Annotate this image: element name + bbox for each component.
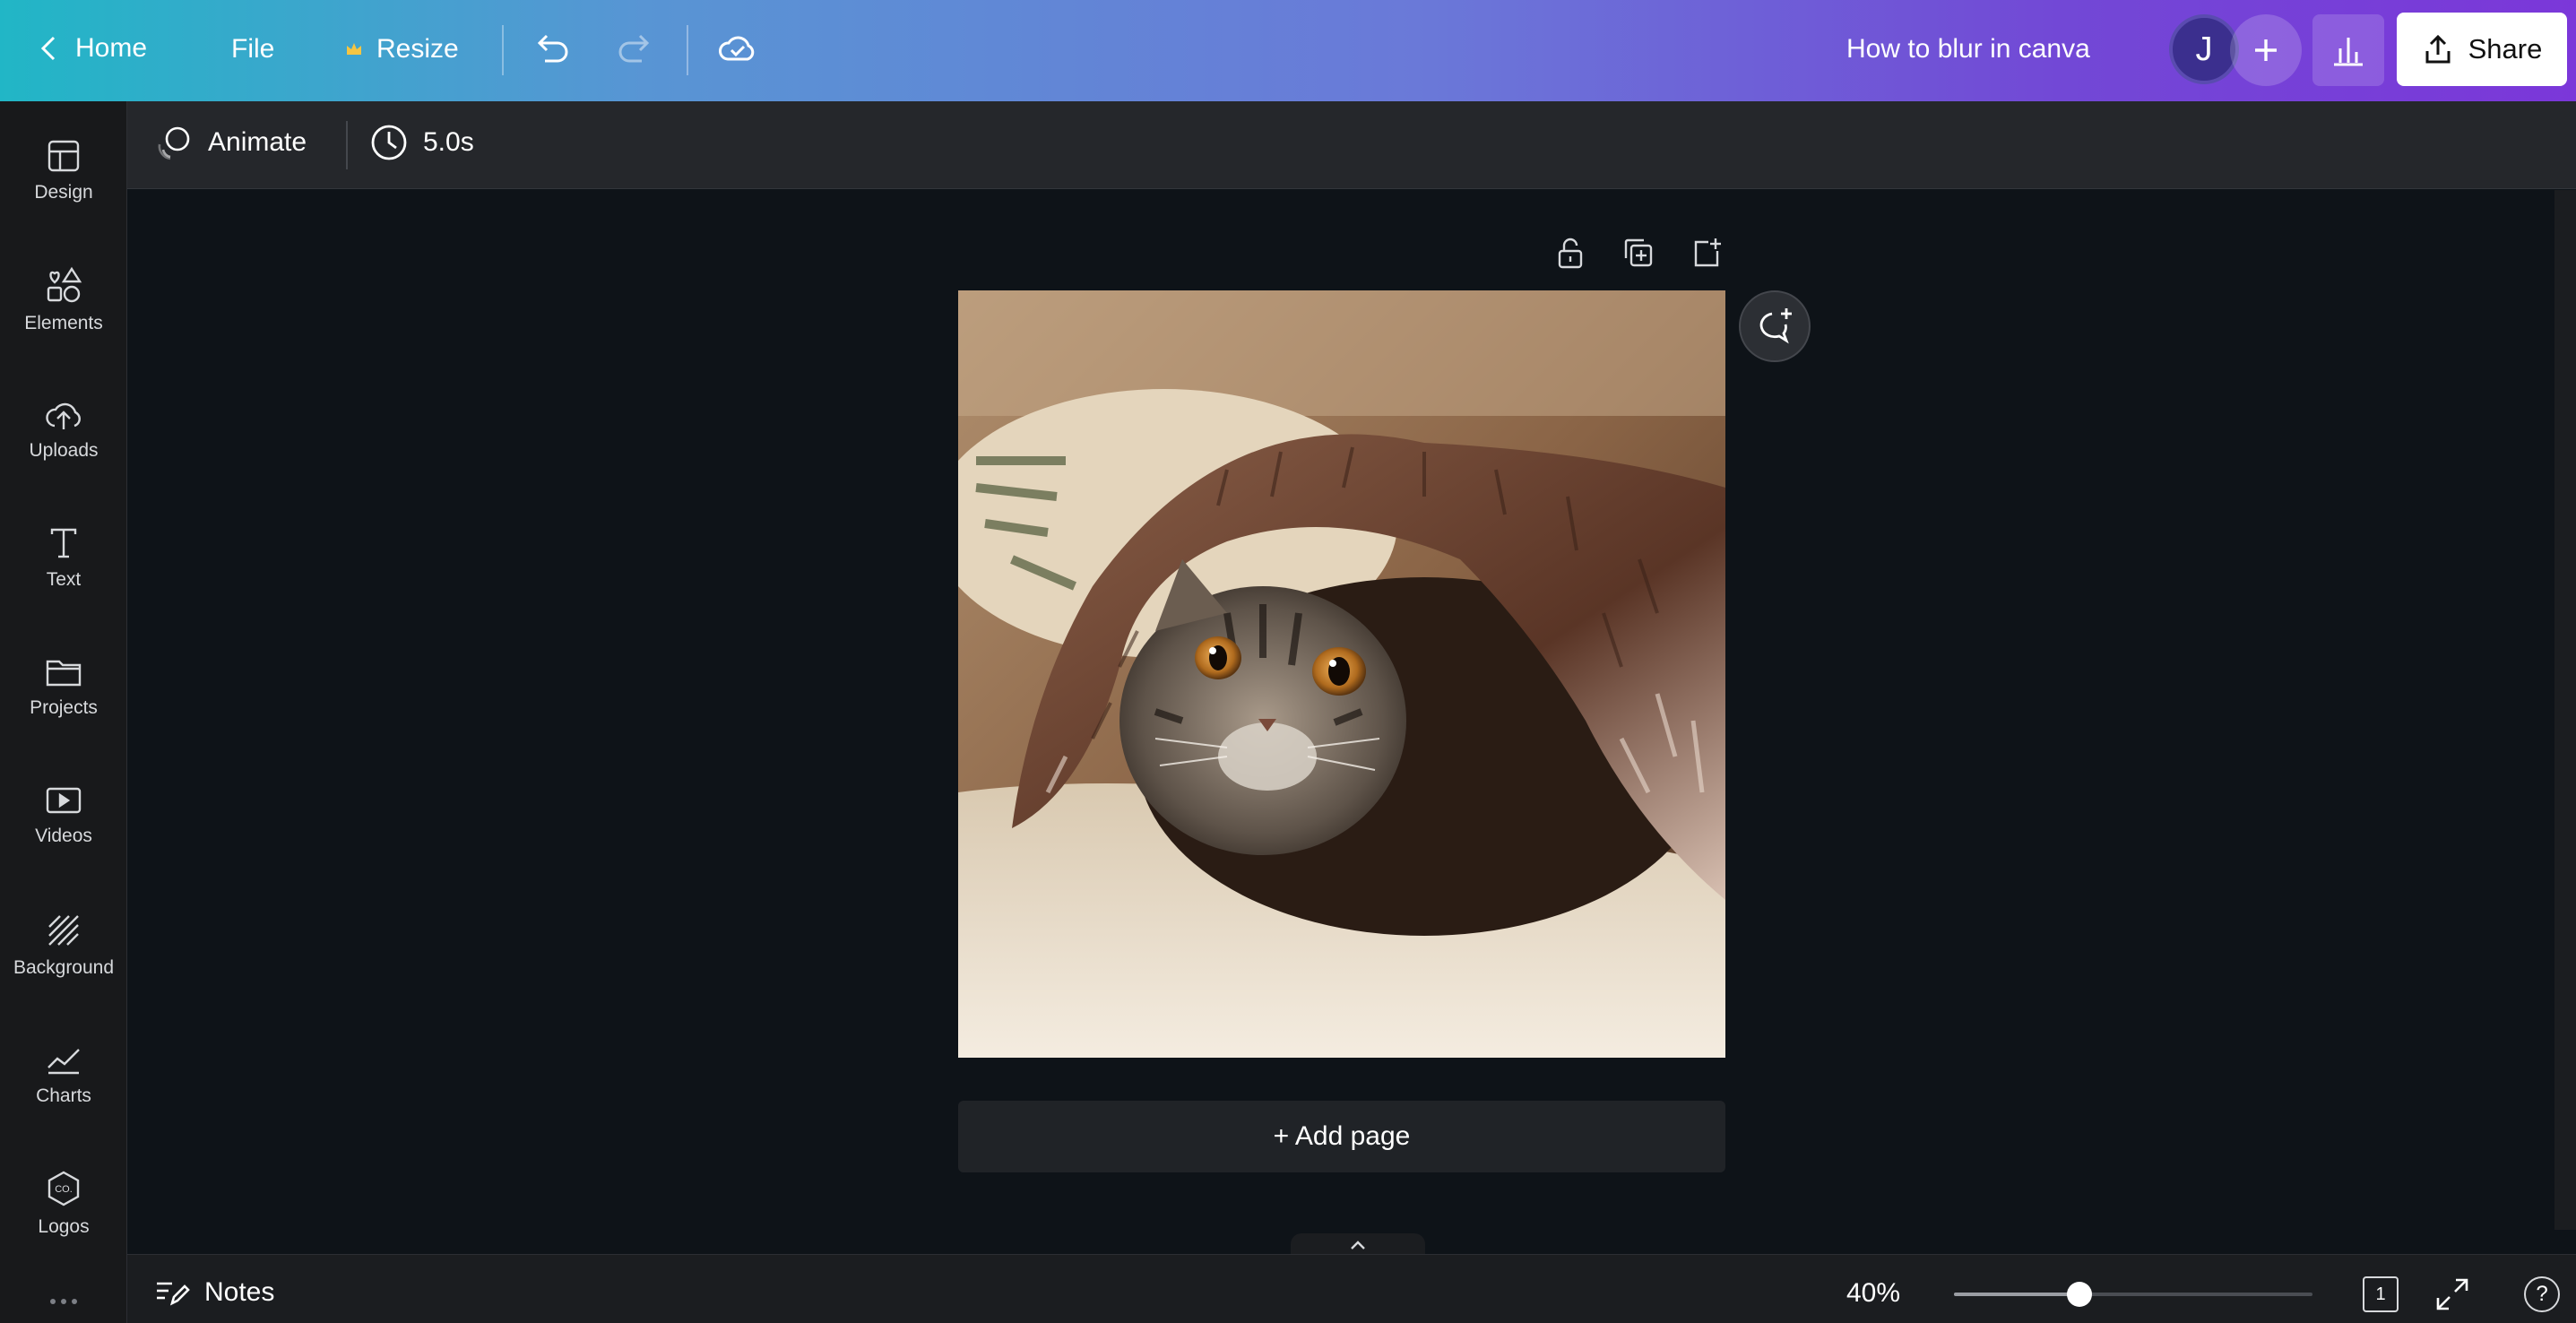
resize-label: Resize bbox=[376, 34, 459, 64]
duration-button[interactable]: 5.0s bbox=[369, 123, 474, 162]
toolbar-divider bbox=[502, 25, 504, 75]
bar-chart-icon bbox=[2334, 38, 2363, 66]
sidebar-item-label: Charts bbox=[36, 1085, 91, 1106]
logo-icon: CO. bbox=[48, 1171, 80, 1206]
layout-icon bbox=[48, 140, 80, 172]
sidebar-item-label: Design bbox=[34, 182, 93, 203]
zoom-slider[interactable] bbox=[1954, 1282, 2312, 1307]
zoom-slider-thumb[interactable] bbox=[2067, 1282, 2092, 1307]
duration-label: 5.0s bbox=[423, 127, 474, 157]
hatch-icon bbox=[48, 915, 79, 946]
svg-text:CO.: CO. bbox=[55, 1184, 73, 1195]
add-collaborator-button[interactable] bbox=[2230, 14, 2302, 86]
bottom-bar bbox=[127, 1254, 2576, 1323]
toolbar-divider bbox=[687, 25, 688, 75]
page-count-button[interactable]: 1 bbox=[2363, 1276, 2399, 1312]
fullscreen-button[interactable] bbox=[2434, 1276, 2470, 1317]
add-page-top-button[interactable] bbox=[1690, 237, 1723, 269]
chart-icon bbox=[48, 1049, 80, 1075]
sidebar-item-label: Text bbox=[46, 569, 82, 590]
sidebar-item-design[interactable]: Design bbox=[0, 117, 127, 225]
cloud-check-icon bbox=[719, 36, 755, 61]
vertical-scrollbar[interactable] bbox=[2554, 190, 2576, 1230]
file-label: File bbox=[231, 34, 275, 64]
context-toolbar: Animate 5.0s bbox=[127, 101, 2576, 189]
save-status-button[interactable] bbox=[717, 30, 758, 66]
notes-label: Notes bbox=[204, 1277, 275, 1307]
undo-button[interactable] bbox=[532, 30, 572, 66]
resize-button[interactable]: Resize bbox=[344, 34, 459, 65]
sidebar-item-label: Uploads bbox=[29, 440, 99, 461]
lock-page-button[interactable] bbox=[1554, 237, 1586, 269]
insights-button[interactable] bbox=[2312, 14, 2384, 86]
home-button[interactable]: Home bbox=[36, 30, 147, 66]
sidebar-item-label: Videos bbox=[35, 826, 92, 846]
user-avatar[interactable]: J bbox=[2169, 14, 2239, 84]
design-page-image[interactable] bbox=[958, 290, 1725, 1058]
expand-icon bbox=[2436, 1278, 2468, 1310]
share-upload-icon bbox=[2425, 34, 2451, 64]
duplicate-page-button[interactable] bbox=[1622, 237, 1655, 269]
crown-icon bbox=[347, 43, 361, 55]
more-apps-icon[interactable] bbox=[50, 1299, 77, 1304]
sidebar-item-elements[interactable]: Elements bbox=[0, 246, 127, 354]
animate-button[interactable]: Animate bbox=[154, 123, 307, 162]
sidebar-item-uploads[interactable]: Uploads bbox=[0, 376, 127, 483]
undo-icon bbox=[537, 34, 568, 63]
redo-icon bbox=[618, 34, 650, 63]
folder-icon bbox=[46, 660, 82, 687]
notes-pencil-icon bbox=[157, 1282, 190, 1306]
plus-icon bbox=[2255, 39, 2277, 61]
animate-label: Animate bbox=[208, 127, 307, 157]
zoom-slider-fill bbox=[1954, 1293, 2079, 1296]
notes-button[interactable]: Notes bbox=[154, 1276, 274, 1309]
side-panel-rail: Design Elements Uploads Text Projects Vi… bbox=[0, 101, 127, 1323]
clock-icon bbox=[371, 125, 407, 160]
cloud-upload-icon bbox=[46, 402, 81, 429]
text-icon bbox=[50, 528, 77, 558]
duplicate-icon bbox=[1624, 238, 1653, 267]
sidebar-item-charts[interactable]: Charts bbox=[0, 1021, 127, 1128]
home-label: Home bbox=[75, 33, 148, 63]
sidebar-item-label: Background bbox=[13, 957, 115, 978]
zoom-level[interactable]: 40% bbox=[1846, 1278, 1900, 1309]
sidebar-item-projects[interactable]: Projects bbox=[0, 634, 127, 741]
add-comment-button[interactable] bbox=[1739, 290, 1811, 362]
redo-button[interactable] bbox=[615, 30, 654, 66]
sidebar-item-background[interactable]: Background bbox=[0, 892, 127, 999]
unlock-icon bbox=[1558, 238, 1583, 269]
share-button[interactable]: Share bbox=[2397, 13, 2567, 86]
sidebar-item-videos[interactable]: Videos bbox=[0, 763, 127, 870]
chevron-left-icon bbox=[40, 36, 56, 61]
file-menu-button[interactable]: File bbox=[231, 34, 274, 65]
video-icon bbox=[46, 787, 82, 814]
top-bar: Home File Resize How to blur in canva J … bbox=[0, 0, 2576, 101]
sidebar-item-logos[interactable]: CO. Logos bbox=[0, 1150, 127, 1258]
sidebar-item-label: Projects bbox=[30, 697, 98, 718]
page-tools bbox=[1554, 237, 1723, 269]
comment-plus-icon bbox=[1759, 308, 1792, 344]
document-title[interactable]: How to blur in canva bbox=[1846, 34, 2090, 65]
animate-icon bbox=[158, 126, 190, 160]
cat-photo bbox=[958, 290, 1725, 1058]
toolbar-divider bbox=[346, 121, 348, 169]
help-button[interactable]: ? bbox=[2524, 1276, 2560, 1312]
add-page-button[interactable]: + Add page bbox=[958, 1101, 1725, 1172]
sidebar-item-label: Elements bbox=[24, 313, 103, 333]
sidebar-item-text[interactable]: Text bbox=[0, 505, 127, 612]
sidebar-item-label: Logos bbox=[38, 1216, 90, 1237]
shapes-icon bbox=[47, 266, 82, 303]
add-page-icon bbox=[1694, 238, 1721, 267]
chevron-up-icon bbox=[1351, 1241, 1365, 1250]
share-label: Share bbox=[2468, 33, 2543, 65]
